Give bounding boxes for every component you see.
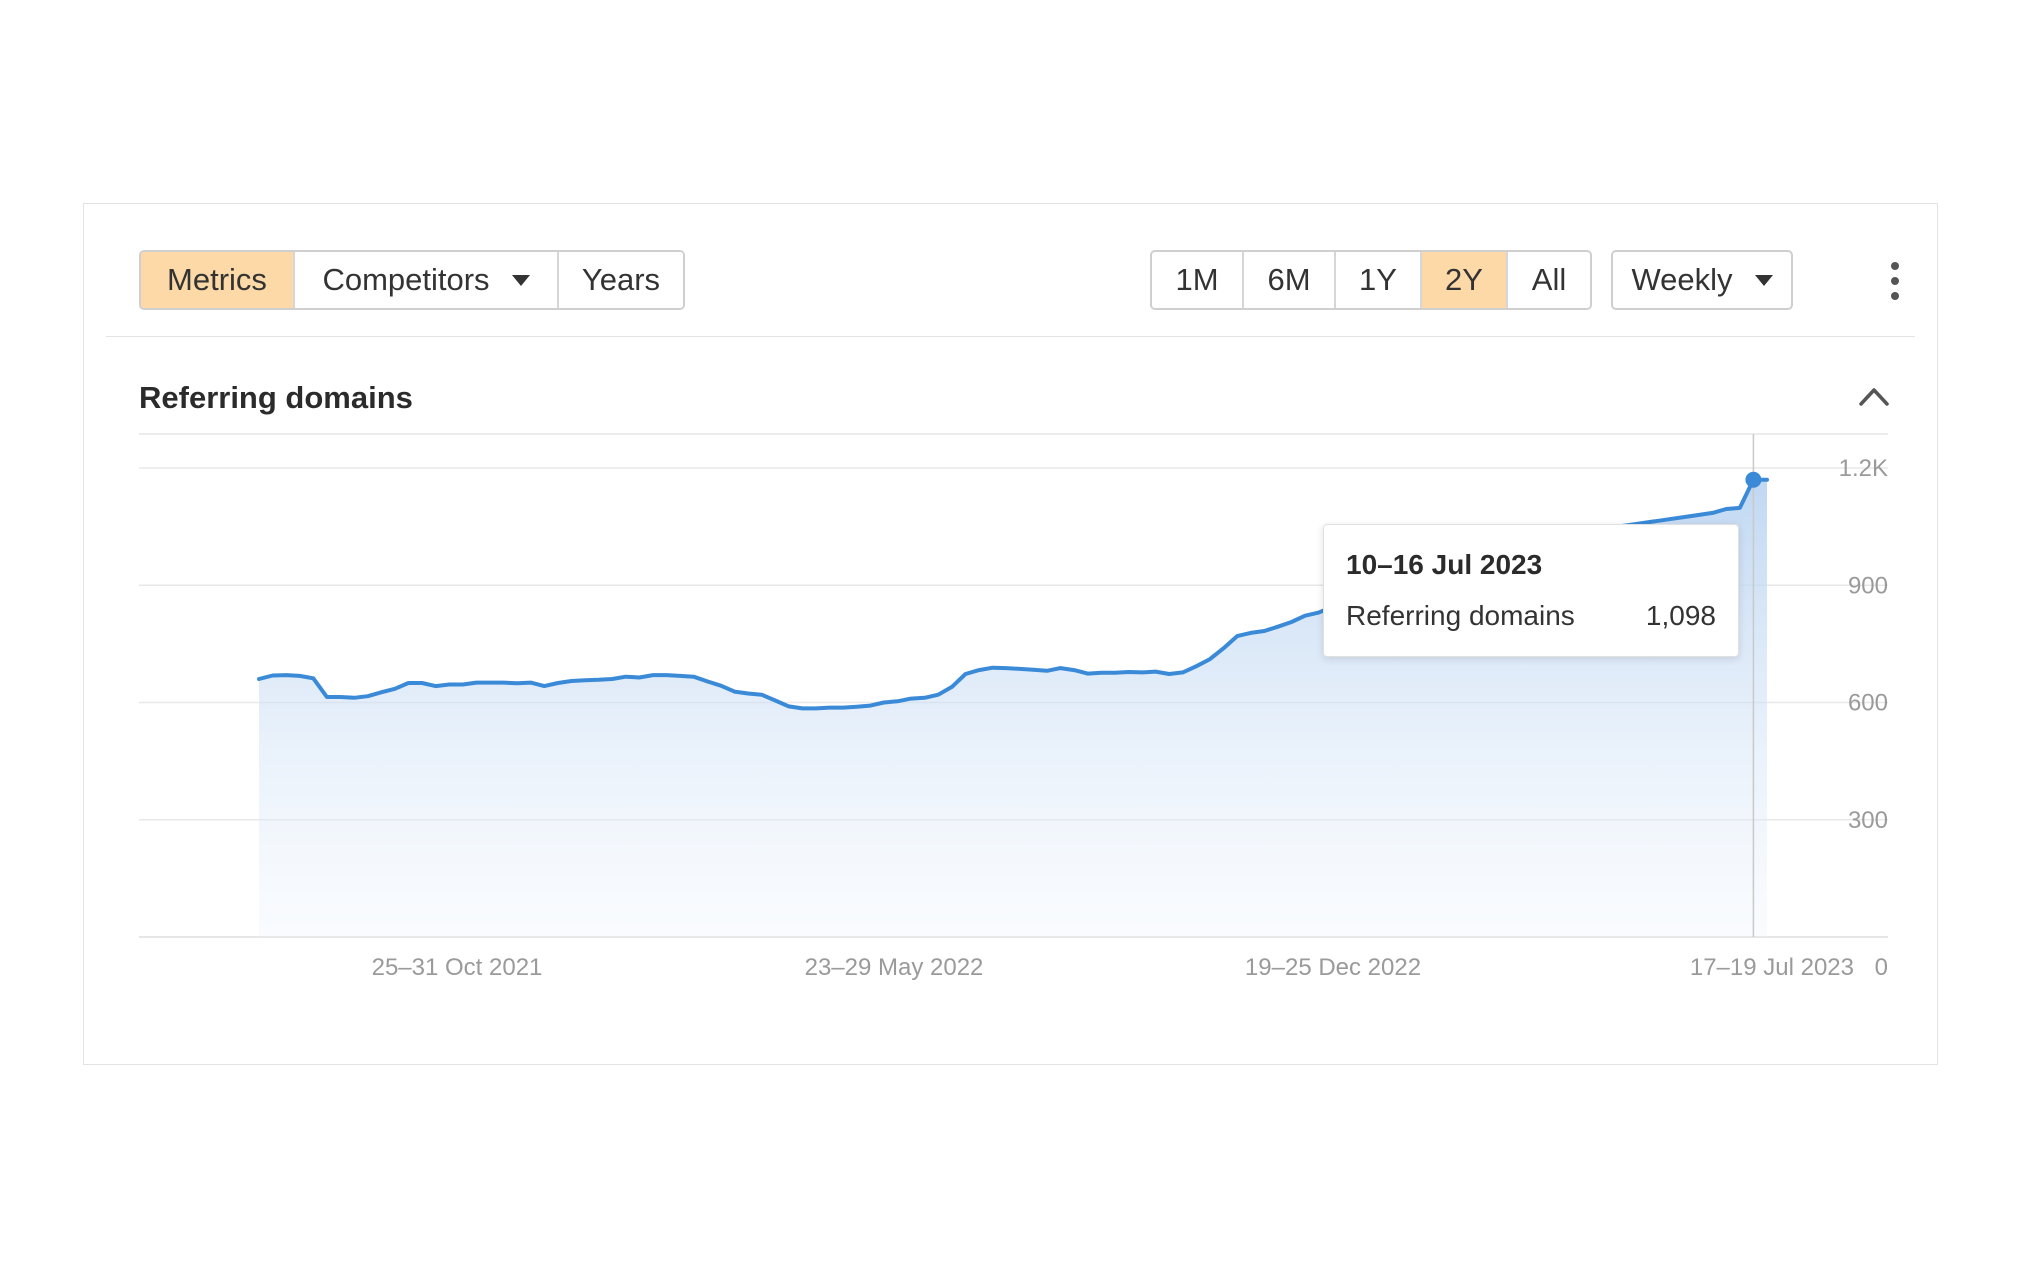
tooltip-metric-label: Referring domains bbox=[1346, 600, 1575, 631]
chart-tooltip: 10–16 Jul 2023 Referring domains 1,098 bbox=[1323, 524, 1739, 657]
x-tick-label: 19–25 Dec 2022 bbox=[1245, 954, 1421, 981]
x-tick-label: 25–31 Oct 2021 bbox=[372, 954, 543, 981]
x-tick-label: 23–29 May 2022 bbox=[805, 954, 984, 981]
tooltip-date: 10–16 Jul 2023 bbox=[1346, 549, 1543, 580]
y-tick-label: 300 bbox=[1848, 807, 1888, 834]
y-tick-label: 900 bbox=[1848, 572, 1888, 599]
x-tick-label: 17–19 Jul 2023 bbox=[1690, 954, 1854, 981]
y-tick-label: 0 bbox=[1875, 954, 1888, 981]
tooltip-metric-value: 1,098 bbox=[1645, 600, 1716, 631]
hover-point-marker bbox=[1745, 471, 1762, 488]
referring-domains-card: Metrics Competitors Years 1M 6M 1Y 2Y Al… bbox=[83, 203, 1938, 1065]
y-tick-label: 600 bbox=[1848, 690, 1888, 717]
y-tick-label: 1.2K bbox=[1839, 455, 1888, 482]
